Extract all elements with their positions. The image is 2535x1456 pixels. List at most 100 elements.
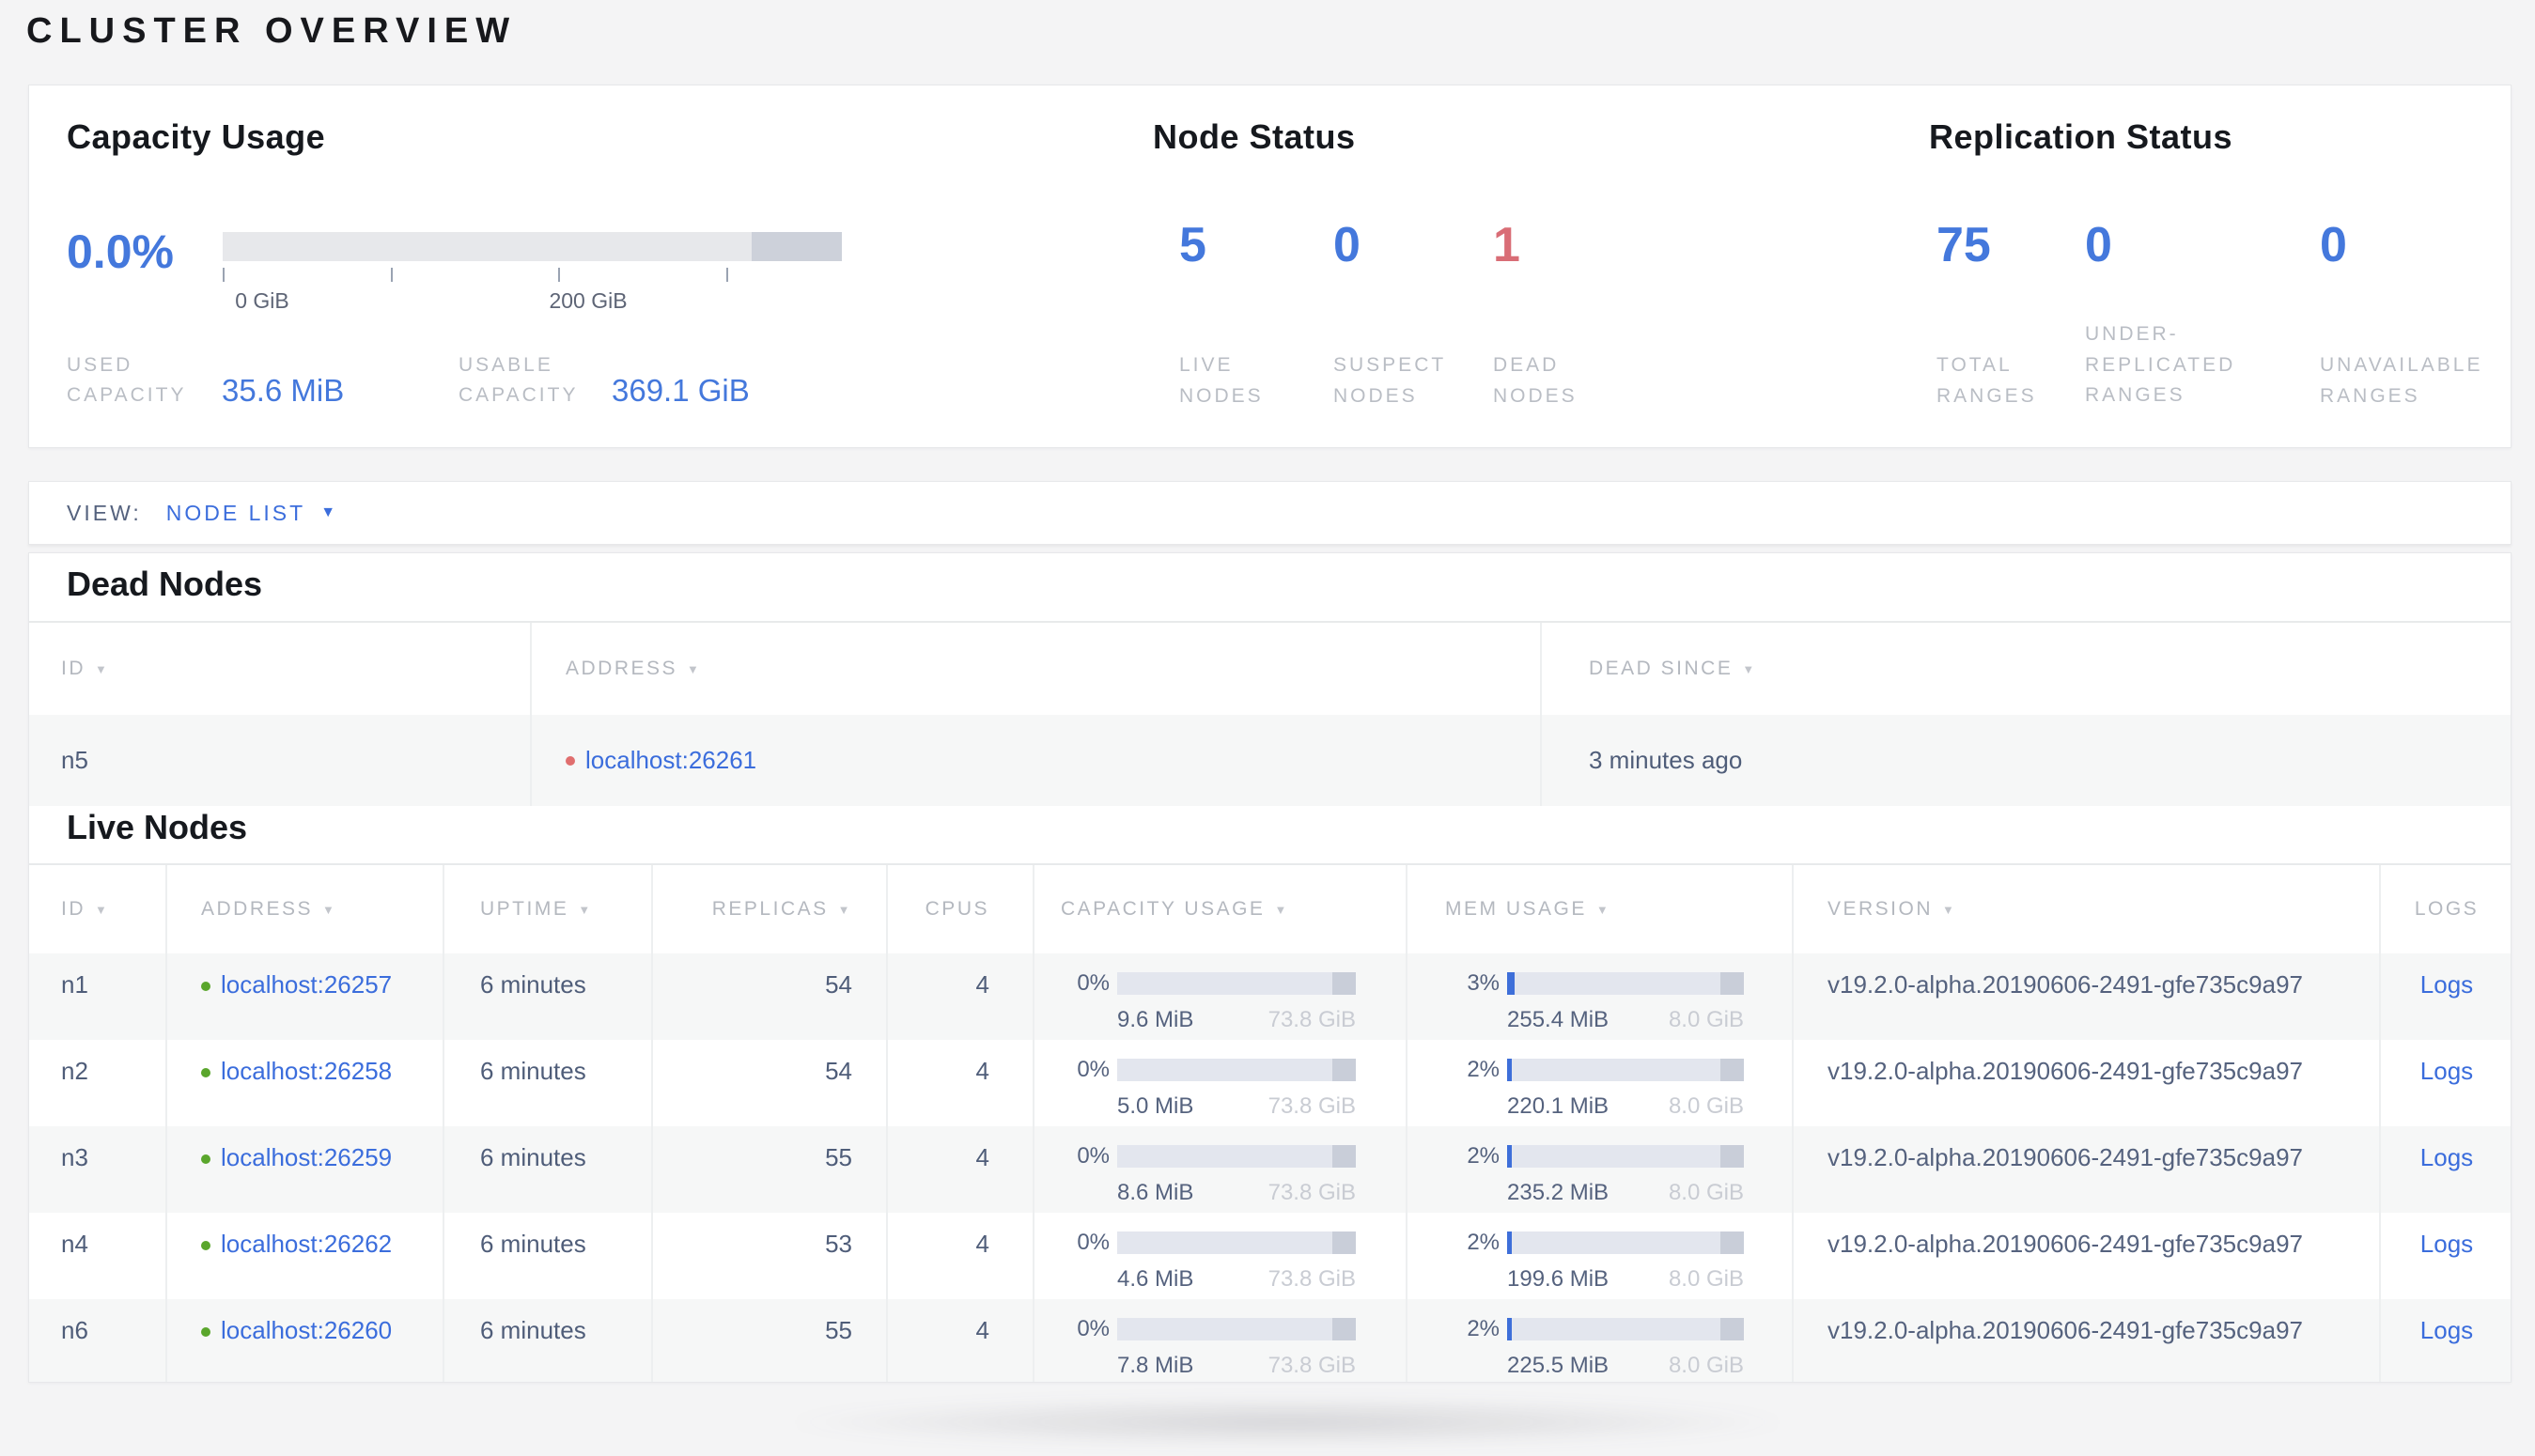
capacity-total-value: 73.8 GiB (1268, 1007, 1356, 1032)
node-cpus: 4 (886, 1040, 1033, 1126)
sort-icon: ▼ (1595, 902, 1611, 917)
dead-nodes-heading: Dead Nodes (67, 565, 263, 603)
capacity-usage-cell: 0% 8.6 MiB 73.8 GiB (1033, 1126, 1406, 1213)
dead-nodes-label: DEAD NODES (1493, 354, 1578, 407)
dead-node-row: n5 localhost:26261 3 minutes ago (29, 715, 2511, 806)
node-version: v19.2.0-alpha.20190606-2491-gfe735c9a97 (1792, 1213, 2379, 1299)
sort-icon: ▼ (1742, 661, 1757, 676)
logs-link[interactable]: Logs (2420, 970, 2473, 999)
mem-mini-bar (1507, 1059, 1744, 1081)
mem-percent-label: 3% (1467, 970, 1500, 996)
live-col-replicas[interactable]: REPLICAS ▼ (651, 865, 886, 953)
node-cpus: 4 (886, 953, 1033, 1040)
dead-nodes-table-header: ID ▼ ADDRESS ▼ DEAD SINCE ▼ (29, 621, 2511, 715)
live-status-dot-icon (201, 1327, 210, 1337)
live-nodes-heading: Live Nodes (67, 808, 248, 846)
node-uptime: 6 minutes (443, 1299, 651, 1382)
live-col-capacity-usage[interactable]: CAPACITY USAGE ▼ (1033, 865, 1406, 953)
capacity-usage-heading: Capacity Usage (67, 117, 326, 156)
view-dropdown[interactable]: NODE LIST ▼ (166, 501, 335, 526)
usable-capacity-label: USABLE CAPACITY (459, 354, 579, 406)
capacity-used-value: 9.6 MiB (1117, 1007, 1194, 1032)
used-capacity-label: USED CAPACITY (67, 354, 187, 406)
node-replicas: 55 (651, 1299, 886, 1382)
capacity-total-value: 73.8 GiB (1268, 1353, 1356, 1378)
node-replicas: 53 (651, 1213, 886, 1299)
node-id: n4 (61, 1230, 88, 1258)
dead-nodes-count: 1 (1493, 218, 1520, 272)
mem-used-value: 220.1 MiB (1507, 1093, 1610, 1119)
dead-node-dead-since: 3 minutes ago (1540, 715, 2511, 806)
live-nodes-count: 5 (1179, 218, 1206, 272)
live-status-dot-icon (201, 982, 210, 991)
live-col-mem-usage[interactable]: MEM USAGE ▼ (1406, 865, 1792, 953)
live-col-id[interactable]: ID ▼ (29, 865, 165, 953)
logs-link[interactable]: Logs (2420, 1230, 2473, 1258)
live-node-row: n1 localhost:26257 6 minutes 54 4 0% 9.6… (29, 953, 2511, 1040)
node-address-link[interactable]: localhost:26257 (221, 970, 392, 999)
gauge-tick-label-0: 0 GiB (235, 288, 289, 313)
dead-col-id[interactable]: ID ▼ (29, 623, 530, 715)
mem-percent-label: 2% (1467, 1057, 1500, 1082)
dead-node-address-link[interactable]: localhost:26261 (585, 746, 756, 775)
node-cpus: 4 (886, 1126, 1033, 1213)
live-col-address[interactable]: ADDRESS ▼ (165, 865, 443, 953)
node-uptime: 6 minutes (443, 1126, 651, 1213)
dead-col-dead-since[interactable]: DEAD SINCE ▼ (1540, 623, 2511, 715)
mem-usage-cell: 3% 255.4 MiB 8.0 GiB (1406, 953, 1792, 1040)
capacity-gauge-ticks (223, 268, 842, 282)
node-id: n6 (61, 1316, 88, 1344)
total-ranges-count: 75 (1936, 218, 1991, 272)
node-uptime: 6 minutes (443, 953, 651, 1040)
mem-mini-bar (1507, 972, 1744, 995)
node-version: v19.2.0-alpha.20190606-2491-gfe735c9a97 (1792, 1126, 2379, 1213)
mem-total-value: 8.0 GiB (1668, 1353, 1744, 1378)
capacity-mini-bar (1117, 972, 1356, 995)
sort-icon: ▼ (687, 661, 702, 676)
used-capacity-value: 35.6 MiB (222, 373, 345, 408)
node-id: n3 (61, 1143, 88, 1171)
node-address-link[interactable]: localhost:26258 (221, 1057, 392, 1085)
dead-nodes-stat: 1 DEAD NODES (1493, 85, 1709, 449)
capacity-usage-cell: 0% 7.8 MiB 73.8 GiB (1033, 1299, 1406, 1382)
node-version: v19.2.0-alpha.20190606-2491-gfe735c9a97 (1792, 953, 2379, 1040)
node-logs-cell: Logs (2379, 953, 2511, 1040)
live-col-version[interactable]: VERSION ▼ (1792, 865, 2379, 953)
capacity-usage-cell: 0% 4.6 MiB 73.8 GiB (1033, 1213, 1406, 1299)
node-cpus: 4 (886, 1213, 1033, 1299)
dead-node-address-cell: localhost:26261 (530, 715, 1540, 806)
node-address-link[interactable]: localhost:26260 (221, 1316, 392, 1344)
logs-link[interactable]: Logs (2420, 1057, 2473, 1085)
logs-link[interactable]: Logs (2420, 1316, 2473, 1344)
mem-mini-bar (1507, 1145, 1744, 1168)
suspect-nodes-count: 0 (1333, 218, 1361, 272)
logs-link[interactable]: Logs (2420, 1143, 2473, 1171)
capacity-percent-label: 0% (1077, 1316, 1110, 1341)
node-address-cell: localhost:26262 (165, 1213, 443, 1299)
node-logs-cell: Logs (2379, 1040, 2511, 1126)
node-address-link[interactable]: localhost:26259 (221, 1143, 392, 1171)
capacity-mini-bar (1117, 1059, 1356, 1081)
capacity-usage-cell: 0% 9.6 MiB 73.8 GiB (1033, 953, 1406, 1040)
dead-node-id: n5 (61, 746, 88, 774)
under-replicated-stat: 0 UNDER- REPLICATED RANGES (2085, 85, 2301, 449)
view-dropdown-selected[interactable]: NODE LIST (166, 501, 305, 526)
node-address-link[interactable]: localhost:26262 (221, 1230, 392, 1258)
mem-usage-cell: 2% 199.6 MiB 8.0 GiB (1406, 1213, 1792, 1299)
mem-total-value: 8.0 GiB (1668, 1180, 1744, 1205)
live-node-row: n2 localhost:26258 6 minutes 54 4 0% 5.0… (29, 1040, 2511, 1126)
node-cpus: 4 (886, 1299, 1033, 1382)
mem-used-value: 199.6 MiB (1507, 1266, 1610, 1292)
live-col-uptime[interactable]: UPTIME ▼ (443, 865, 651, 953)
capacity-percent-label: 0% (1077, 1230, 1110, 1255)
mem-percent-label: 2% (1467, 1230, 1500, 1255)
view-label: VIEW: (67, 500, 142, 525)
mem-usage-cell: 2% 225.5 MiB 8.0 GiB (1406, 1299, 1792, 1382)
node-logs-cell: Logs (2379, 1213, 2511, 1299)
mem-used-value: 225.5 MiB (1507, 1353, 1610, 1378)
capacity-mini-bar (1117, 1231, 1356, 1254)
dead-col-address[interactable]: ADDRESS ▼ (530, 623, 1540, 715)
node-replicas: 54 (651, 953, 886, 1040)
live-node-row: n3 localhost:26259 6 minutes 55 4 0% 8.6… (29, 1126, 2511, 1213)
live-nodes-label: LIVE NODES (1179, 354, 1264, 407)
